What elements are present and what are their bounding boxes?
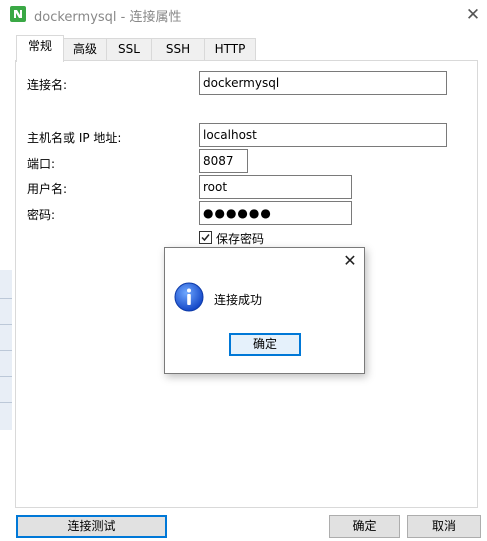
dialog-title-bar: ✕ [165, 248, 364, 273]
dialog-message: 连接成功 [214, 293, 263, 307]
username-input[interactable]: root [199, 175, 352, 199]
password-label: 密码: [27, 208, 56, 222]
tab-ssh[interactable]: SSH [151, 38, 205, 60]
save-password-checkbox[interactable] [199, 231, 212, 244]
host-input[interactable]: localhost [199, 123, 447, 147]
connection-success-dialog: ✕ 连接成功 确定 [164, 247, 365, 374]
connection-name-label: 连接名: [27, 78, 68, 92]
dialog-ok-button[interactable]: 确定 [229, 333, 301, 356]
tab-general[interactable]: 常规 [16, 35, 64, 62]
port-label: 端口: [27, 157, 56, 171]
tab-ssl[interactable]: SSL [106, 38, 152, 60]
connection-name-input[interactable]: dockermysql [199, 71, 447, 95]
save-password-label: 保存密码 [216, 232, 265, 246]
ok-button[interactable]: 确定 [329, 515, 400, 538]
cancel-button[interactable]: 取消 [407, 515, 481, 538]
navicat-icon [10, 6, 26, 22]
background-window-edge [0, 270, 12, 430]
password-input[interactable]: ●●●●●● [199, 201, 352, 225]
tab-http[interactable]: HTTP [204, 38, 256, 60]
title-bar: dockermysql - 连接属性 ✕ [0, 0, 487, 30]
username-label: 用户名: [27, 182, 68, 196]
tab-advanced[interactable]: 高级 [63, 38, 107, 60]
host-label: 主机名或 IP 地址: [27, 131, 122, 145]
port-input[interactable]: 8087 [199, 149, 248, 173]
checkmark-icon [201, 234, 210, 242]
window-close-icon[interactable]: ✕ [462, 4, 484, 26]
info-icon [174, 282, 204, 312]
window-title: dockermysql - 连接属性 [34, 10, 182, 25]
test-connection-button[interactable]: 连接测试 [16, 515, 167, 538]
dialog-close-icon[interactable]: ✕ [339, 250, 361, 272]
